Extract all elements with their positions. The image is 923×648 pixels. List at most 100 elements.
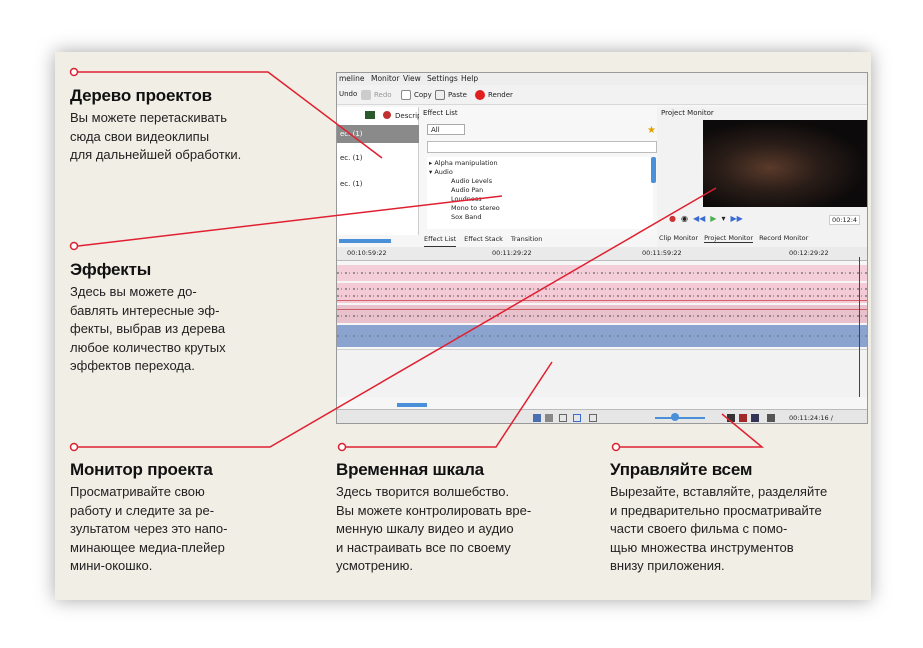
ruler-tick: 00:11:59:22 bbox=[642, 249, 682, 257]
effect-tabs: Effect List Effect Stack Transition bbox=[419, 235, 542, 247]
timeline-track-empty[interactable] bbox=[337, 349, 867, 397]
favorite-star-icon[interactable]: ★ bbox=[647, 125, 656, 136]
copy-icon bbox=[401, 90, 411, 100]
monitor-mode-icon[interactable] bbox=[751, 414, 759, 422]
tab-transition[interactable]: Transition bbox=[511, 235, 542, 247]
undo-button[interactable]: Undo bbox=[339, 90, 357, 98]
annotation-project-tree: Дерево проектов Вы можете перетаскивать … bbox=[70, 86, 241, 165]
undo-label: Undo bbox=[339, 90, 358, 98]
annotation-title: Дерево проектов bbox=[70, 86, 212, 105]
annotation-control: Управляйте всем Вырезайте, вставляйте, р… bbox=[610, 460, 827, 576]
project-progress-bar bbox=[339, 239, 391, 243]
project-item[interactable]: ec. (1) bbox=[337, 125, 419, 143]
copy-label: Copy bbox=[414, 91, 432, 99]
effect-item[interactable]: Mono to stereo bbox=[451, 204, 500, 212]
monitor-controls: ● ◉ ◀◀ ▶ ▾ ▶▶ bbox=[669, 214, 743, 223]
timeline-scrollbar[interactable] bbox=[397, 403, 427, 407]
effect-filter-dropdown[interactable]: All bbox=[427, 124, 465, 135]
menu-settings[interactable]: Settings bbox=[427, 74, 458, 83]
zoom-slider-handle[interactable] bbox=[671, 413, 679, 421]
annotation-text: Просматривайте свою работу и следите за … bbox=[70, 484, 228, 573]
effect-list-scrollbar[interactable] bbox=[651, 157, 656, 183]
waveform bbox=[337, 335, 867, 337]
redo-button[interactable]: Redo bbox=[361, 90, 392, 100]
record-icon[interactable]: ● bbox=[669, 214, 676, 223]
project-item[interactable]: ec. (1) bbox=[337, 175, 419, 193]
menu-timeline[interactable]: meline bbox=[339, 74, 364, 83]
tab-project-monitor[interactable]: Project Monitor bbox=[704, 234, 754, 243]
record-mode-icon[interactable] bbox=[739, 414, 747, 422]
annotation-title: Управляйте всем bbox=[610, 460, 753, 479]
timeline-track-audio[interactable] bbox=[337, 283, 867, 303]
monitor-title: Project Monitor bbox=[661, 109, 714, 117]
project-tree-panel: Descript ec. (1) ec. (1) ec. (1) bbox=[337, 107, 424, 235]
copy-button[interactable]: Copy bbox=[401, 90, 432, 100]
effect-item[interactable]: Audio Levels bbox=[451, 177, 492, 185]
forward-icon[interactable]: ▶▶ bbox=[730, 214, 742, 223]
waveform bbox=[337, 272, 867, 274]
waveform bbox=[337, 288, 867, 290]
waveform bbox=[337, 295, 867, 297]
effect-item[interactable]: Sox Band bbox=[451, 213, 482, 221]
dropdown-icon[interactable]: ▾ bbox=[721, 214, 725, 223]
effect-item[interactable]: Loudness bbox=[451, 195, 482, 203]
timeline-track-audio[interactable] bbox=[337, 265, 867, 281]
play-icon[interactable]: ▶ bbox=[710, 214, 716, 223]
paste-button[interactable]: Paste bbox=[435, 90, 467, 100]
ruler-tick: 00:10:59:22 bbox=[347, 249, 387, 257]
fit-zoom-icon[interactable] bbox=[767, 414, 775, 422]
project-monitor-panel: Project Monitor ● ◉ ◀◀ ▶ ▾ ▶▶ 00:12:4 Cl… bbox=[657, 107, 867, 247]
snap-icon[interactable] bbox=[573, 414, 581, 422]
annotation-text: Здесь вы можете до- бавлять интересные э… bbox=[70, 284, 226, 373]
tool-razor-icon[interactable] bbox=[545, 414, 553, 422]
effect-tree: ▸ Alpha manipulation ▾ Audio Audio Level… bbox=[427, 157, 653, 229]
timeline-ruler[interactable]: 00:10:59:22 00:11:29:22 00:11:59:22 00:1… bbox=[337, 247, 867, 261]
split-audio-icon[interactable] bbox=[589, 414, 597, 422]
effect-search-input[interactable] bbox=[427, 141, 657, 153]
menu-help[interactable]: Help bbox=[461, 74, 478, 83]
effect-list-panel: Effect List All ★ ▸ Alpha manipulation ▾… bbox=[419, 107, 659, 235]
monitor-timecode[interactable]: 00:12:4 bbox=[829, 215, 861, 225]
annotation-text: Вы можете перетаскивать сюда свои видеок… bbox=[70, 110, 242, 162]
annotation-title: Эффекты bbox=[70, 260, 152, 279]
annotation-effects: Эффекты Здесь вы можете до- бавлять инте… bbox=[70, 260, 226, 376]
paste-label: Paste bbox=[448, 91, 467, 99]
annotation-timeline: Временная шкала Здесь творится волшебств… bbox=[336, 460, 531, 576]
tab-effect-list[interactable]: Effect List bbox=[424, 235, 457, 247]
effect-list-title: Effect List bbox=[423, 109, 458, 117]
effect-item[interactable]: Audio Pan bbox=[451, 186, 483, 194]
tool-spacer-icon[interactable] bbox=[559, 414, 567, 422]
tab-record-monitor[interactable]: Record Monitor bbox=[759, 234, 808, 243]
volume-line bbox=[337, 309, 867, 310]
effect-category[interactable]: ▸ Alpha manipulation bbox=[429, 159, 498, 167]
annotation-title: Монитор проекта bbox=[70, 460, 213, 479]
timeline-position: 00:11:24:16 / 00:47:05:1 bbox=[789, 414, 833, 423]
rewind-icon[interactable]: ◀◀ bbox=[693, 214, 705, 223]
delete-clip-icon[interactable] bbox=[383, 111, 391, 119]
tab-effect-stack[interactable]: Effect Stack bbox=[464, 235, 503, 247]
tab-clip-monitor[interactable]: Clip Monitor bbox=[659, 234, 698, 243]
tool-select-icon[interactable] bbox=[533, 414, 541, 422]
redo-icon bbox=[361, 90, 371, 100]
timeline-playhead[interactable] bbox=[859, 257, 860, 397]
timeline-track-clip[interactable] bbox=[337, 325, 867, 347]
toolbar: Undo Redo Copy Paste Render bbox=[337, 85, 867, 105]
add-clip-icon[interactable] bbox=[365, 111, 375, 119]
zoom-slider-track[interactable] bbox=[655, 417, 705, 419]
menu-bar: meline Monitor View Settings Help bbox=[337, 73, 867, 85]
monitor-video-frame bbox=[703, 120, 867, 207]
ruler-tick: 00:11:29:22 bbox=[492, 249, 532, 257]
effect-category[interactable]: ▾ Audio bbox=[429, 168, 453, 176]
project-item[interactable]: ec. (1) bbox=[337, 149, 419, 167]
menu-view[interactable]: View bbox=[403, 74, 421, 83]
timeline-track-video[interactable] bbox=[337, 305, 867, 323]
menu-monitor[interactable]: Monitor bbox=[371, 74, 400, 83]
render-icon bbox=[475, 90, 485, 100]
render-button[interactable]: Render bbox=[475, 90, 513, 100]
stop-icon[interactable]: ◉ bbox=[681, 214, 688, 223]
view-mode-icon[interactable] bbox=[727, 414, 735, 422]
redo-label: Redo bbox=[374, 91, 392, 99]
kdenlive-screenshot: meline Monitor View Settings Help Undo R… bbox=[336, 72, 868, 424]
monitor-tabs: Clip Monitor Project Monitor Record Moni… bbox=[659, 234, 808, 243]
annotation-text: Вырезайте, вставляйте, разделяйте и пред… bbox=[610, 484, 828, 573]
